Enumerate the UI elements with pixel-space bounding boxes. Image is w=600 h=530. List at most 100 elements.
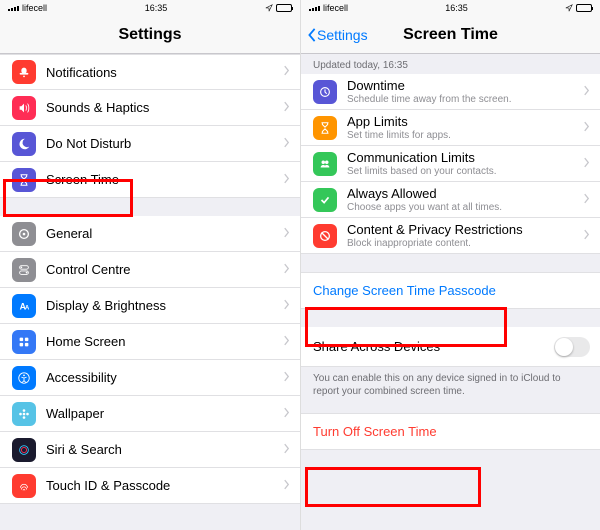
- share-toggle[interactable]: [554, 337, 590, 357]
- settings-row-dnd[interactable]: Do Not Disturb: [0, 126, 300, 162]
- turn-off-button[interactable]: Turn Off Screen Time: [301, 413, 600, 450]
- row-sublabel: Schedule time away from the screen.: [347, 94, 583, 105]
- row-label: Communication Limits: [347, 150, 583, 165]
- gear-icon: [12, 222, 36, 246]
- settings-row-screentime[interactable]: Screen Time: [0, 162, 300, 198]
- carrier-label: lifecell: [323, 3, 348, 13]
- chevron-right-icon: [583, 227, 590, 245]
- screentime-content[interactable]: Updated today, 16:35 Downtime Schedule t…: [301, 54, 600, 530]
- chevron-right-icon: [283, 405, 290, 423]
- row-label: Wallpaper: [46, 406, 283, 421]
- moon-icon: [12, 132, 36, 156]
- settings-row-sounds[interactable]: Sounds & Haptics: [0, 90, 300, 126]
- people-icon: [313, 152, 337, 176]
- row-always-allowed[interactable]: Always Allowed Choose apps you want at a…: [301, 182, 600, 218]
- row-label: Downtime: [347, 78, 583, 93]
- row-label: Share Across Devices: [313, 339, 554, 354]
- row-label: App Limits: [347, 114, 583, 129]
- chevron-right-icon: [283, 171, 290, 189]
- row-sublabel: Choose apps you want at all times.: [347, 202, 583, 213]
- downtime-icon: [313, 80, 337, 104]
- hourglass-icon: [313, 116, 337, 140]
- chevron-right-icon: [283, 225, 290, 243]
- nope-icon: [313, 224, 337, 248]
- row-label: Always Allowed: [347, 186, 583, 201]
- share-footnote: You can enable this on any device signed…: [301, 367, 600, 403]
- chevron-left-icon: [307, 28, 317, 42]
- navbar: Settings Screen Time: [301, 16, 600, 54]
- fingerprint-icon: [12, 474, 36, 498]
- chevron-right-icon: [283, 297, 290, 315]
- row-label: Screen Time: [46, 172, 283, 187]
- location-icon: [565, 4, 573, 12]
- status-bar: lifecell 16:35: [301, 0, 600, 16]
- settings-row-general[interactable]: General: [0, 216, 300, 252]
- chevron-right-icon: [583, 119, 590, 137]
- change-passcode-label: Change Screen Time Passcode: [313, 283, 496, 298]
- settings-row-wallpaper[interactable]: Wallpaper: [0, 396, 300, 432]
- settings-row-accessibility[interactable]: Accessibility: [0, 360, 300, 396]
- sound-icon: [12, 96, 36, 120]
- row-sublabel: Set limits based on your contacts.: [347, 166, 583, 177]
- battery-icon: [576, 4, 592, 12]
- page-title: Screen Time: [403, 26, 498, 44]
- settings-row-control-centre[interactable]: Control Centre: [0, 252, 300, 288]
- settings-row-siri[interactable]: Siri & Search: [0, 432, 300, 468]
- siri-icon: [12, 438, 36, 462]
- settings-row-display[interactable]: AA Display & Brightness: [0, 288, 300, 324]
- row-label: Siri & Search: [46, 442, 283, 457]
- settings-row-notifications[interactable]: Notifications: [0, 54, 300, 90]
- updated-label: Updated today, 16:35: [301, 54, 600, 74]
- bell-icon: [12, 60, 36, 84]
- row-content-privacy[interactable]: Content & Privacy Restrictions Block ina…: [301, 218, 600, 254]
- row-label: Notifications: [46, 65, 283, 80]
- chevron-right-icon: [283, 135, 290, 153]
- row-app-limits[interactable]: App Limits Set time limits for apps.: [301, 110, 600, 146]
- row-label: Do Not Disturb: [46, 136, 283, 151]
- person-icon: [12, 366, 36, 390]
- check-icon: [313, 188, 337, 212]
- chevron-right-icon: [583, 191, 590, 209]
- row-label: Accessibility: [46, 370, 283, 385]
- chevron-right-icon: [283, 99, 290, 117]
- row-sublabel: Block inappropriate content.: [347, 238, 583, 249]
- status-bar: lifecell 16:35: [0, 0, 300, 16]
- location-icon: [265, 4, 273, 12]
- signal-icon: [309, 6, 320, 11]
- flower-icon: [12, 402, 36, 426]
- chevron-right-icon: [283, 63, 290, 81]
- page-title: Settings: [118, 26, 181, 44]
- text-icon: AA: [12, 294, 36, 318]
- switches-icon: [12, 258, 36, 282]
- settings-row-home[interactable]: Home Screen: [0, 324, 300, 360]
- grid-icon: [12, 330, 36, 354]
- screentime-screen: lifecell 16:35 Settings Screen Time Upda…: [300, 0, 600, 530]
- row-downtime[interactable]: Downtime Schedule time away from the scr…: [301, 74, 600, 110]
- row-label: Display & Brightness: [46, 298, 283, 313]
- row-sublabel: Set time limits for apps.: [347, 130, 583, 141]
- chevron-right-icon: [283, 441, 290, 459]
- change-passcode-button[interactable]: Change Screen Time Passcode: [301, 272, 600, 309]
- signal-icon: [8, 6, 19, 11]
- chevron-right-icon: [283, 477, 290, 495]
- status-time: 16:35: [145, 3, 168, 13]
- carrier-label: lifecell: [22, 3, 47, 13]
- settings-list[interactable]: Notifications Sounds & Haptics Do Not Di…: [0, 54, 300, 530]
- row-label: Sounds & Haptics: [46, 100, 283, 115]
- chevron-right-icon: [283, 333, 290, 351]
- status-time: 16:35: [445, 3, 468, 13]
- row-label: General: [46, 226, 283, 241]
- chevron-right-icon: [283, 261, 290, 279]
- navbar: Settings: [0, 16, 300, 54]
- turn-off-label: Turn Off Screen Time: [313, 424, 437, 439]
- row-label: Content & Privacy Restrictions: [347, 222, 583, 237]
- row-label: Control Centre: [46, 262, 283, 277]
- back-button[interactable]: Settings: [307, 27, 368, 43]
- hourglass-icon: [12, 168, 36, 192]
- battery-icon: [276, 4, 292, 12]
- back-label: Settings: [317, 27, 368, 43]
- row-share-across[interactable]: Share Across Devices: [301, 327, 600, 367]
- row-label: Touch ID & Passcode: [46, 478, 283, 493]
- row-communication-limits[interactable]: Communication Limits Set limits based on…: [301, 146, 600, 182]
- settings-row-touchid[interactable]: Touch ID & Passcode: [0, 468, 300, 504]
